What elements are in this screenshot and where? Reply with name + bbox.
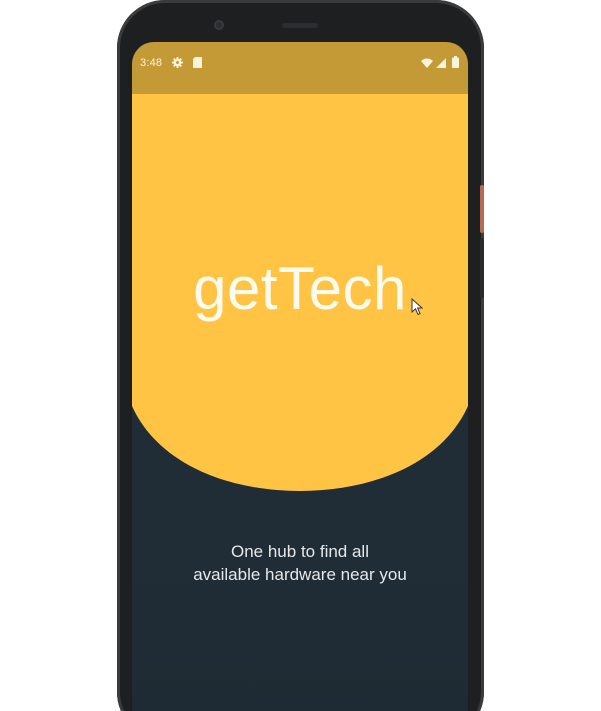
- gear-icon: [172, 57, 183, 68]
- status-time: 3:48: [140, 57, 163, 69]
- battery-icon: [452, 56, 459, 68]
- tagline-line-1: One hub to find all: [231, 542, 369, 561]
- earpiece-speaker: [282, 23, 318, 28]
- phone-screen: 3:48 getTech One hub to find all availab…: [132, 42, 468, 711]
- volume-button: [480, 238, 484, 298]
- power-button: [480, 185, 484, 233]
- emulator-stage: 3:48 getTech One hub to find all availab…: [0, 0, 601, 711]
- sd-card-icon: [193, 57, 202, 68]
- front-camera: [214, 20, 224, 30]
- tagline-line-2: available hardware near you: [193, 565, 407, 584]
- wifi-icon: [421, 58, 433, 68]
- tagline: One hub to find all available hardware n…: [132, 540, 468, 586]
- mouse-cursor-icon: [411, 298, 423, 316]
- status-bar: 3:48: [132, 42, 468, 94]
- signal-icon: [436, 58, 446, 68]
